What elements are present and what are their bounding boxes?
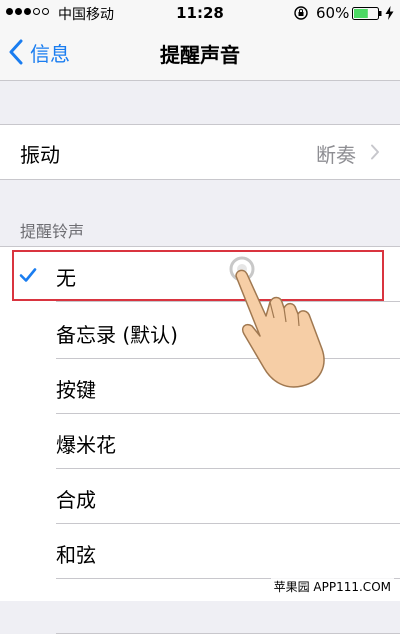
tone-row-none[interactable]: 无 xyxy=(0,247,400,302)
tone-label: 和弦 xyxy=(56,543,96,567)
tone-label: 无 xyxy=(56,266,76,290)
battery-icon xyxy=(352,7,382,20)
tone-row-synth[interactable]: 合成 xyxy=(0,469,400,524)
tone-label: 爆米花 xyxy=(56,433,116,457)
watermark: 苹果园 APP111.COM xyxy=(270,577,394,596)
tone-row-keys[interactable]: 按键 xyxy=(0,359,400,414)
chevron-right-icon xyxy=(371,144,379,160)
status-bar: 中国移动 11:28 60% xyxy=(0,0,400,26)
battery-percent: 60% xyxy=(316,4,350,22)
checkmark-icon xyxy=(19,268,37,282)
tone-list: 无 备忘录 (默认) 按键 爆米花 合成 和弦 xyxy=(0,246,400,634)
vibration-label: 振动 xyxy=(20,143,60,167)
charging-bolt-icon xyxy=(385,6,394,20)
navigation-bar: 信息 提醒声音 xyxy=(0,26,400,81)
tone-row-memo[interactable]: 备忘录 (默认) xyxy=(0,304,400,359)
page-title: 提醒声音 xyxy=(160,43,240,67)
vibration-value: 断奏 xyxy=(316,143,356,167)
vibration-setting-row[interactable]: 振动 断奏 xyxy=(0,124,400,180)
rotation-lock-icon xyxy=(294,6,308,20)
tone-label: 按键 xyxy=(56,378,96,402)
tone-row-chord[interactable]: 和弦 xyxy=(0,524,400,579)
tone-row-popcorn[interactable]: 爆米花 xyxy=(0,414,400,469)
section-header: 提醒铃声 xyxy=(20,222,85,241)
tone-label: 合成 xyxy=(56,488,96,512)
tone-label: 备忘录 (默认) xyxy=(56,323,178,347)
